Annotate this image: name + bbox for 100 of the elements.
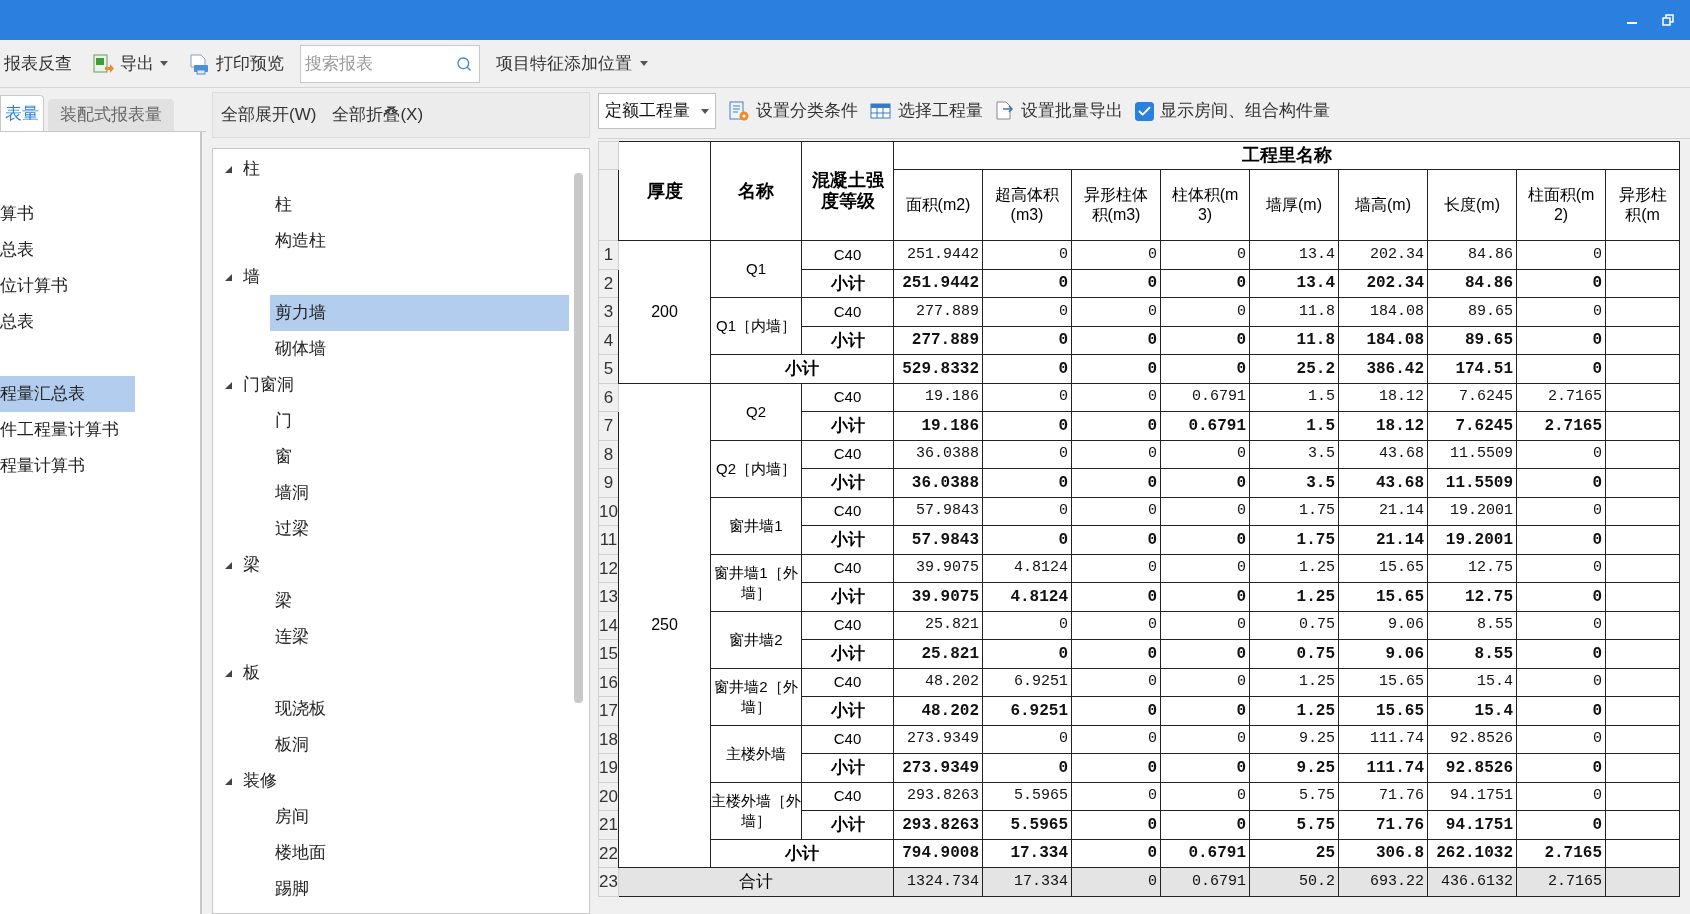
tree-item[interactable]: 墙洞 — [270, 475, 569, 511]
tree-item[interactable]: 现浇板 — [270, 691, 569, 727]
value-cell: 0 — [1071, 753, 1161, 782]
expand-triangle-icon[interactable] — [224, 380, 233, 390]
report-list-item[interactable]: 总表 — [0, 304, 190, 340]
subtotal-label: 小计 — [801, 525, 894, 554]
value-cell: 0 — [1516, 668, 1606, 697]
value-cell: 92.8526 — [1427, 725, 1517, 754]
tree-item[interactable]: 柱 — [270, 187, 569, 223]
name-cell: Q2 — [710, 383, 802, 440]
panel-tab[interactable]: 装配式报表量 — [48, 99, 174, 131]
value-cell: 1.75 — [1249, 497, 1339, 526]
tree-item[interactable]: 砌体墙 — [270, 331, 569, 367]
tree-item[interactable]: 梁 — [270, 583, 569, 619]
classification-button[interactable]: 设置分类条件 — [728, 98, 858, 124]
grade-cell: C40 — [801, 782, 894, 811]
tree-category[interactable]: 柱 — [243, 156, 260, 182]
value-cell: 273.9349 — [893, 725, 983, 754]
value-cell: 2.7165 — [1516, 411, 1606, 440]
expand-triangle-icon[interactable] — [224, 560, 233, 570]
value-cell: 71.76 — [1338, 782, 1428, 811]
tree-item[interactable]: 踢脚 — [270, 871, 569, 907]
value-cell: 0 — [1071, 611, 1161, 640]
value-cell: 0 — [982, 440, 1072, 469]
value-cell: 0 — [1160, 639, 1250, 668]
expand-triangle-icon[interactable] — [224, 164, 233, 174]
show-rooms-checkbox[interactable]: 显示房间、组合构件量 — [1135, 98, 1330, 124]
value-cell: 0 — [982, 326, 1072, 355]
report-list-item[interactable]: 程量计算书 — [0, 448, 190, 484]
expand-all-button[interactable]: 全部展开(W) — [221, 102, 317, 128]
tree-item[interactable]: 连梁 — [270, 619, 569, 655]
value-cell: 0 — [1516, 753, 1606, 782]
value-cell: 0 — [982, 297, 1072, 326]
row-number: 18 — [598, 725, 619, 754]
tree-category[interactable]: 梁 — [243, 552, 260, 578]
expand-triangle-icon[interactable] — [224, 272, 233, 282]
value-cell: 0 — [1160, 440, 1250, 469]
value-cell: 0 — [1071, 867, 1161, 896]
value-cell: 0 — [1160, 810, 1250, 839]
row-number: 5 — [598, 354, 619, 383]
value-cell: 0 — [1516, 582, 1606, 611]
value-cell: 25.821 — [893, 611, 983, 640]
tree-item[interactable]: 楼地面 — [270, 835, 569, 871]
column-header: 长度(m) — [1427, 169, 1517, 241]
feature-position-dropdown[interactable]: 项目特征添加位置 — [492, 46, 652, 81]
report-list-item[interactable]: 程量汇总表 — [0, 376, 135, 412]
tree-category[interactable]: 板 — [243, 660, 260, 686]
report-list-item[interactable]: 总表 — [0, 232, 190, 268]
value-cell: 0 — [1160, 668, 1250, 697]
panel-tab[interactable]: 表量 — [0, 95, 44, 131]
grade-cell: C40 — [801, 725, 894, 754]
report-list-item[interactable]: 位计算书 — [0, 268, 190, 304]
value-cell: 0 — [1160, 525, 1250, 554]
tree-item[interactable]: 板洞 — [270, 727, 569, 763]
tree-item[interactable]: 过梁 — [270, 511, 569, 547]
value-cell: 15.4 — [1427, 696, 1517, 725]
name-cell: 窗井墙2［外墙］ — [710, 668, 802, 725]
value-cell: 11.8 — [1249, 297, 1339, 326]
value-cell: 0 — [982, 639, 1072, 668]
value-cell: 13.4 — [1249, 240, 1339, 269]
report-list-item[interactable]: 件工程量计算书 — [0, 412, 190, 448]
tree-item[interactable]: 房间 — [270, 799, 569, 835]
value-cell: 0 — [1160, 326, 1250, 355]
value-cell: 0 — [1071, 810, 1161, 839]
report-list-item[interactable]: 算书 — [0, 196, 190, 232]
value-cell: 18.12 — [1338, 383, 1428, 412]
subtotal-label: 小计 — [801, 468, 894, 497]
grade-cell: C40 — [801, 668, 894, 697]
tree-category[interactable]: 装修 — [243, 768, 277, 794]
value-cell: 0 — [1071, 497, 1161, 526]
quantity-type-dropdown[interactable]: 定额工程量 — [598, 93, 716, 129]
value-cell: 8.55 — [1427, 611, 1517, 640]
print-preview-button[interactable]: 打印预览 — [184, 46, 288, 81]
row-number: 7 — [598, 411, 619, 440]
column-header: 超高体积(m3) — [982, 169, 1072, 241]
scrollbar-thumb[interactable] — [574, 173, 583, 703]
value-cell: 21.14 — [1338, 497, 1428, 526]
expand-triangle-icon[interactable] — [224, 668, 233, 678]
tree-category[interactable]: 门窗洞 — [243, 372, 294, 398]
expand-triangle-icon[interactable] — [224, 776, 233, 786]
grade-cell: C40 — [801, 440, 894, 469]
tree-item[interactable]: 构造柱 — [270, 223, 569, 259]
tree-category[interactable]: 墙 — [243, 264, 260, 290]
value-cell: 277.889 — [893, 297, 983, 326]
grade-cell: C40 — [801, 497, 894, 526]
collapse-all-button[interactable]: 全部折叠(X) — [332, 102, 424, 128]
batch-export-button[interactable]: 设置批量导出 — [995, 98, 1123, 124]
checkbox[interactable] — [1135, 101, 1154, 121]
reverse-lookup-button[interactable]: 报表反查 — [0, 46, 76, 81]
select-quantity-button[interactable]: 选择工程量 — [870, 98, 983, 124]
value-cell: 0 — [1071, 554, 1161, 583]
tree-item[interactable]: 剪力墙 — [270, 295, 569, 331]
value-cell: 0 — [1516, 639, 1606, 668]
restore-icon[interactable] — [1662, 14, 1674, 26]
document-export-icon — [995, 100, 1015, 122]
tree-item[interactable]: 门 — [270, 403, 569, 439]
tree-item[interactable]: 窗 — [270, 439, 569, 475]
search-field[interactable]: 搜索报表 — [300, 44, 480, 83]
export-button[interactable]: 导出 — [88, 46, 172, 81]
value-cell: 89.65 — [1427, 297, 1517, 326]
